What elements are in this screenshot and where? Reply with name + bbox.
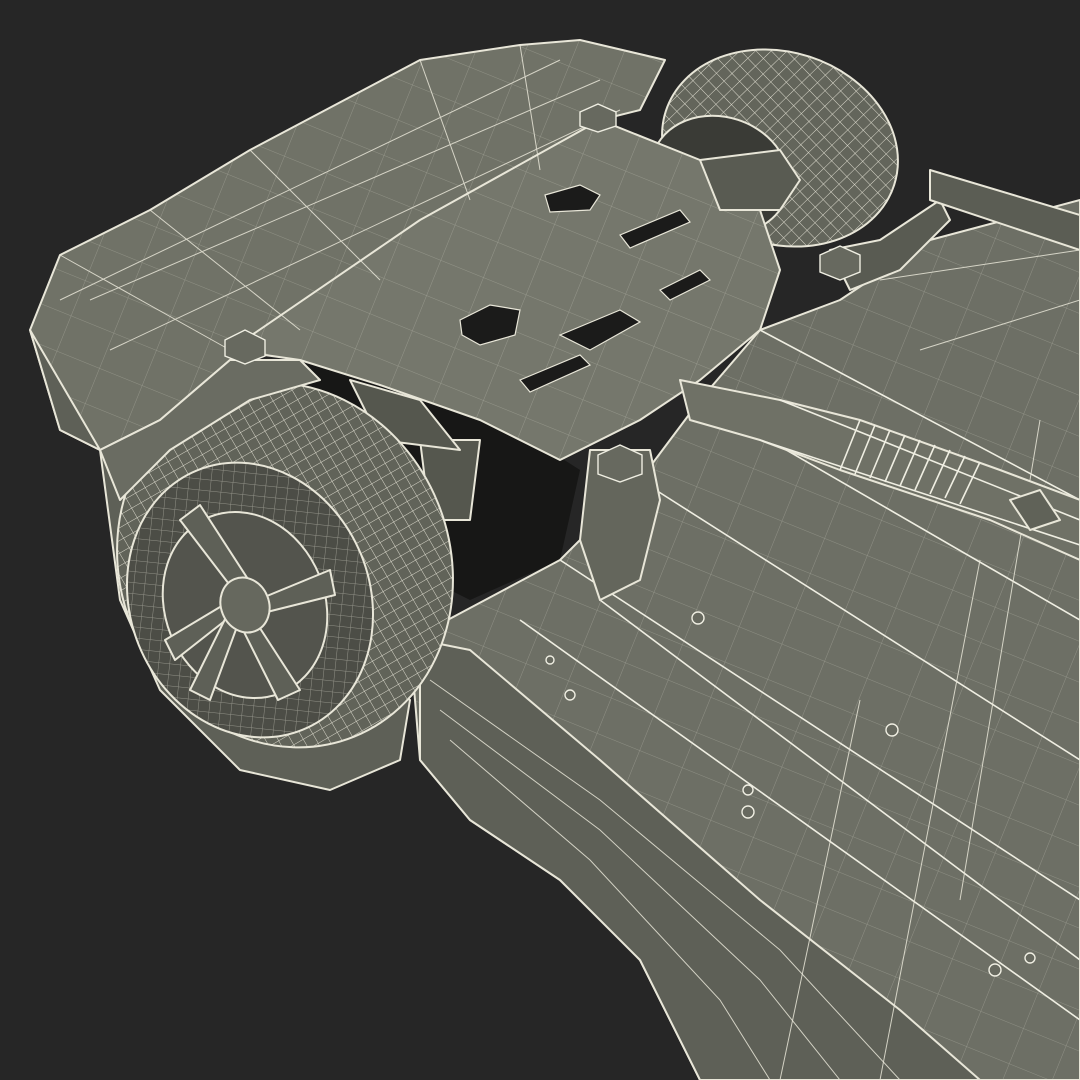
car-underbody-render: [0, 0, 1080, 1080]
